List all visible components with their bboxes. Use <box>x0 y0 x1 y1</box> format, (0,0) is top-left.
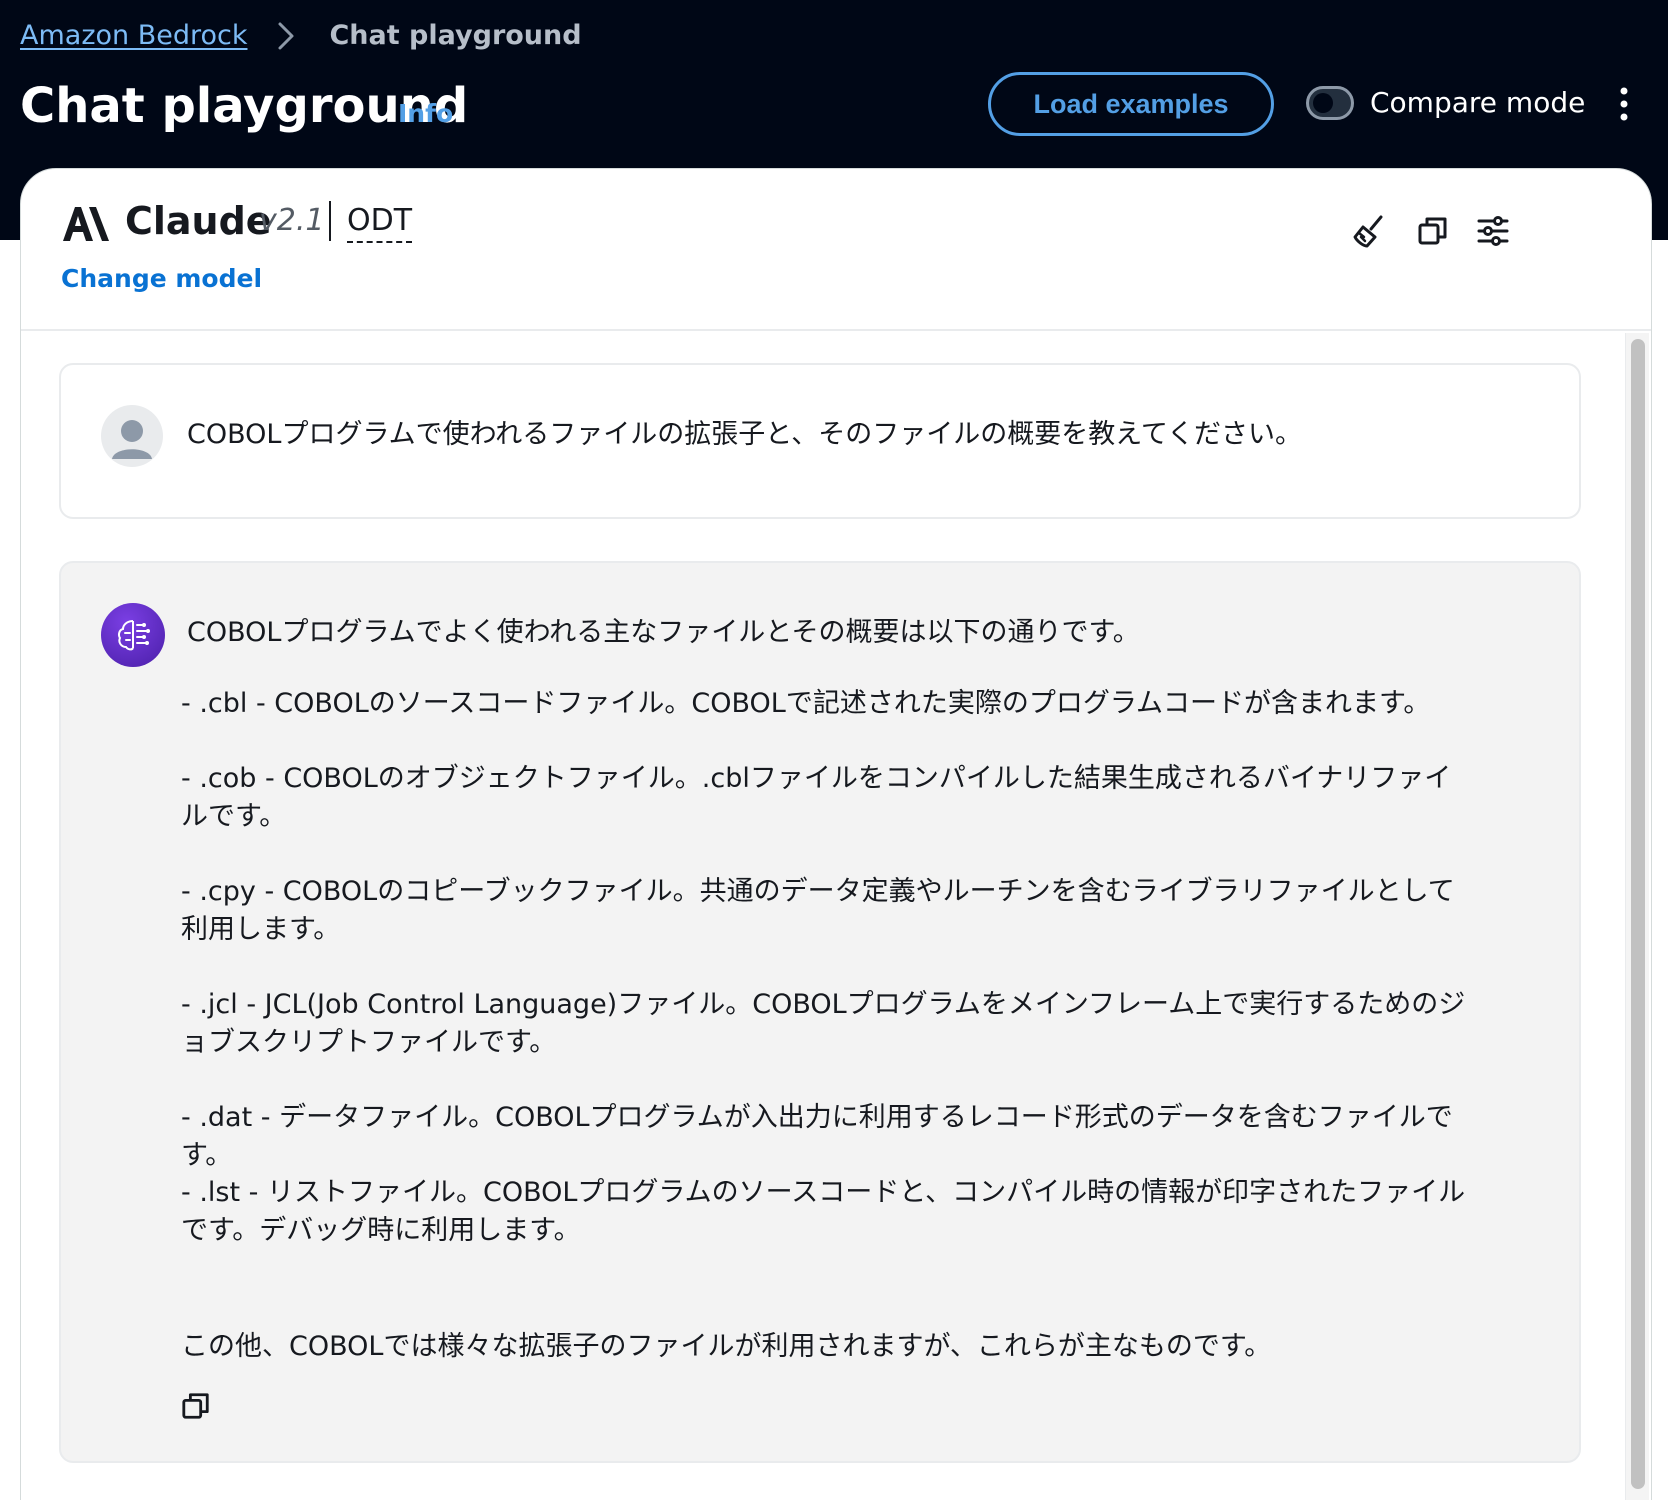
clear-chat-icon[interactable] <box>1347 209 1391 253</box>
change-model-link[interactable]: Change model <box>61 261 262 297</box>
model-divider <box>329 201 331 241</box>
copy-icon[interactable] <box>1411 209 1455 253</box>
ai-brain-avatar-icon <box>101 603 165 667</box>
compare-mode-label: Compare mode <box>1370 86 1586 119</box>
assistant-list-item: - .jcl - JCL(Job Control Language)ファイル。C… <box>181 989 1466 1058</box>
assistant-intro: COBOLプログラムでよく使われる主なファイルとその概要は以下の通りです。 <box>187 617 1140 648</box>
anthropic-logo-icon <box>61 203 111 243</box>
model-version: v2.1 <box>259 203 325 238</box>
chevron-right-icon <box>265 18 307 54</box>
breadcrumb-chat-playground: Chat playground <box>329 20 582 51</box>
breadcrumb: Amazon Bedrock Chat playground <box>20 18 582 54</box>
breadcrumb-amazon-bedrock[interactable]: Amazon Bedrock <box>20 18 247 54</box>
user-message-text: COBOLプログラムで使われるファイルの拡張子と、そのファイルの概要を教えてくだ… <box>187 419 1303 450</box>
panel-divider <box>21 329 1651 331</box>
settings-sliders-icon[interactable] <box>1471 209 1515 253</box>
assistant-list-item: - .cbl - COBOLのソースコードファイル。COBOLで記述された実際の… <box>181 688 1431 719</box>
load-examples-button[interactable]: Load examples <box>988 72 1274 136</box>
model-name: Claude <box>125 199 272 243</box>
chat-scrollbar[interactable] <box>1625 333 1649 1500</box>
user-message: COBOLプログラムで使われるファイルの拡張子と、そのファイルの概要を教えてくだ… <box>59 363 1581 519</box>
assistant-list-item: - .cpy - COBOLのコピーブックファイル。共通のデータ定義やルーチンを… <box>181 876 1455 945</box>
compare-mode-toggle[interactable] <box>1306 86 1354 120</box>
model-mode-badge[interactable]: ODT <box>347 201 413 243</box>
page: Amazon Bedrock Chat playground Chat play… <box>0 0 1668 1500</box>
assistant-list-item: - .dat - データファイル。COBOLプログラムが入出力に利用するレコード… <box>181 1102 1453 1171</box>
assistant-list-item: - .lst - リストファイル。COBOLプログラムのソースコードと、コンパイ… <box>181 1177 1466 1246</box>
user-avatar-icon <box>101 405 163 467</box>
copy-response-icon[interactable] <box>179 1389 213 1423</box>
scrollbar-thumb[interactable] <box>1631 339 1645 1489</box>
model-panel: Claude v2.1 ODT Change model COBOLプログラムで… <box>20 168 1652 1500</box>
assistant-outro: この他、COBOLでは様々な拡張子のファイルが利用されますが、これらが主なもので… <box>181 1331 1272 1362</box>
assistant-list-item: - .cob - COBOLのオブジェクトファイル。.cblファイルをコンパイル… <box>181 763 1452 832</box>
info-link[interactable]: Info <box>398 96 453 132</box>
toggle-knob <box>1313 93 1333 113</box>
more-actions-icon[interactable] <box>1610 82 1638 126</box>
assistant-message: COBOLプログラムでよく使われる主なファイルとその概要は以下の通りです。 - … <box>59 561 1581 1463</box>
